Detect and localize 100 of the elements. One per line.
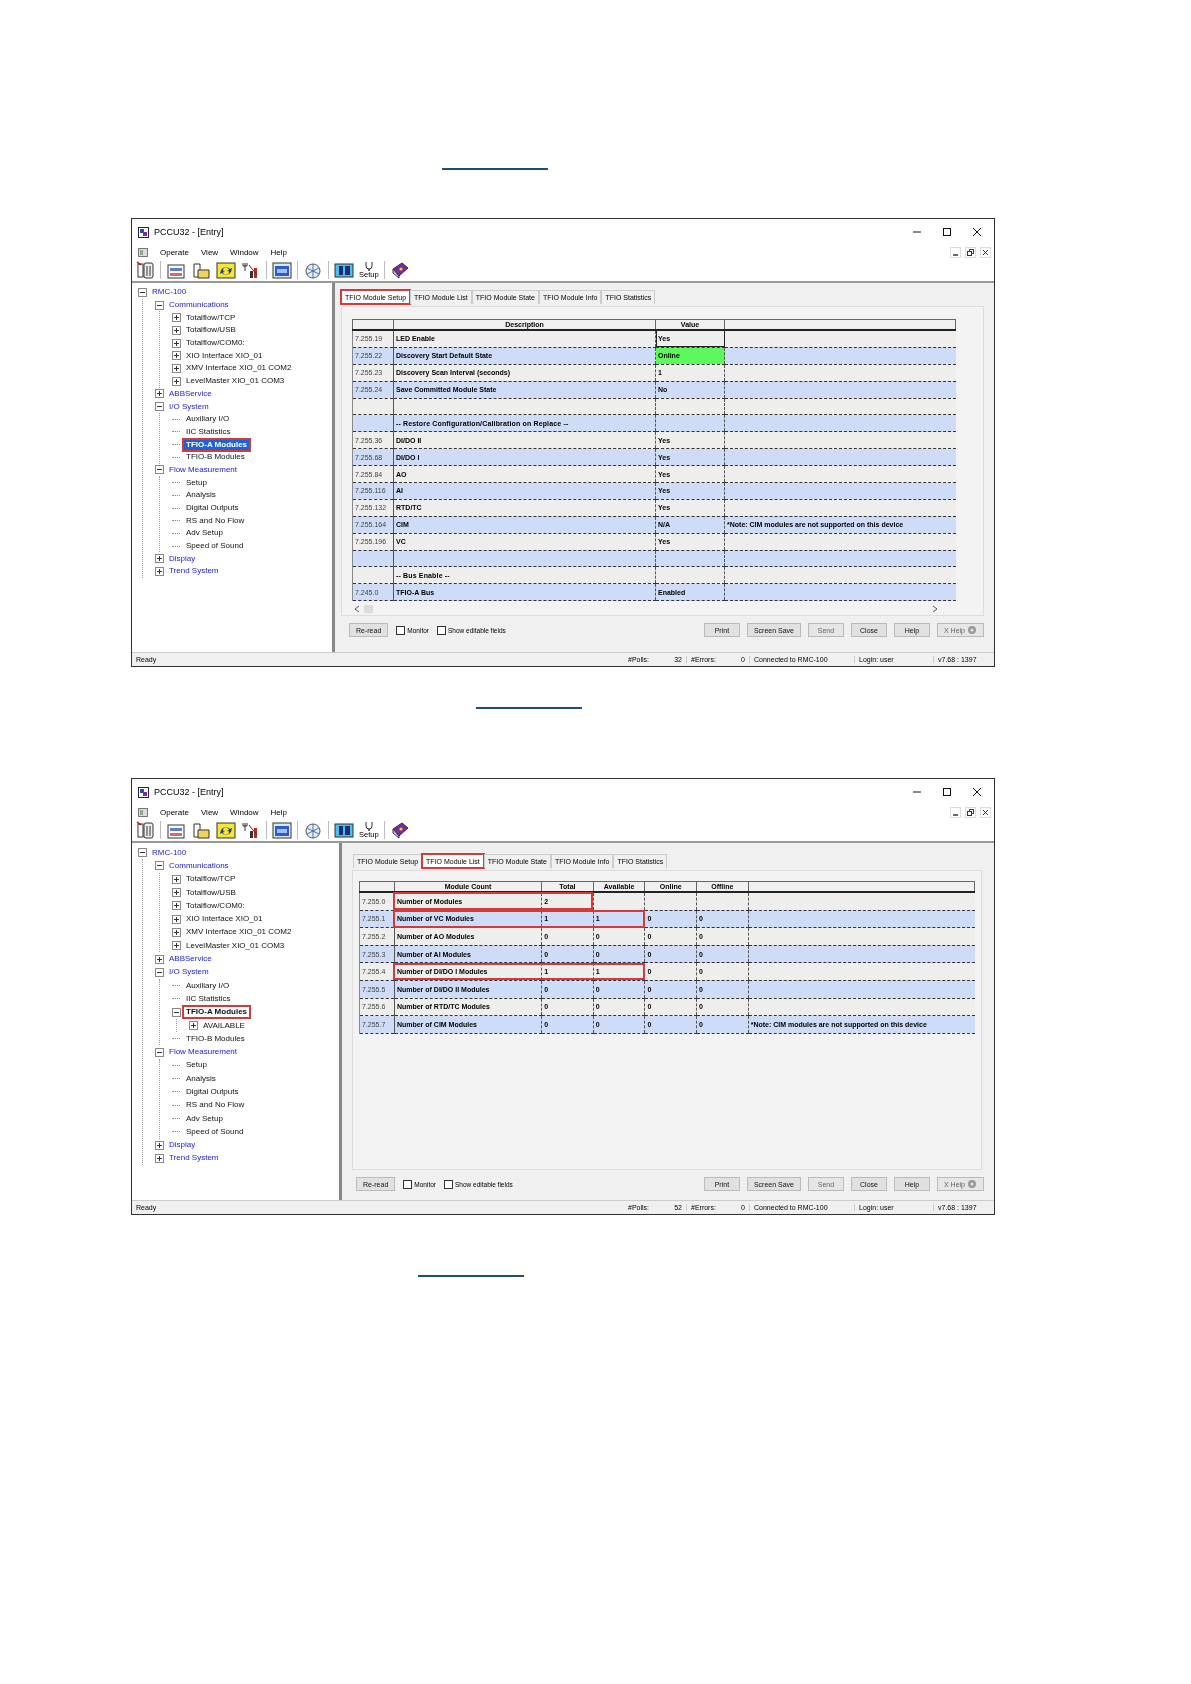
tree-item[interactable]: Adv Setup [184, 1113, 225, 1124]
expand-icon[interactable] [172, 941, 181, 951]
collapse-icon[interactable] [138, 848, 147, 858]
menu-item[interactable]: Help [270, 247, 287, 257]
expand-icon[interactable] [172, 338, 181, 348]
collapse-icon[interactable] [155, 861, 164, 871]
tree-item[interactable]: Communications [167, 860, 231, 871]
expand-icon[interactable] [172, 927, 181, 937]
tree-item[interactable]: ABBService [167, 388, 214, 399]
tree-item[interactable]: TFIO-B Modules [184, 1033, 247, 1044]
scroll-left-icon[interactable] [354, 605, 360, 614]
tree-item[interactable]: IIC Statistics [184, 993, 233, 1004]
collapse-icon[interactable] [172, 1007, 181, 1017]
maximize-icon[interactable] [942, 227, 952, 237]
expand-icon[interactable] [155, 1153, 164, 1163]
horizontal-scrollbar[interactable] [352, 604, 940, 615]
expand-icon[interactable] [189, 1021, 198, 1030]
expand-icon[interactable] [172, 901, 181, 911]
tree-item[interactable]: Auxiliary I/O [184, 414, 232, 425]
tree-item[interactable]: RS and No Flow [184, 1100, 247, 1111]
tree-item[interactable]: XIO Interface XIO_01 [184, 350, 265, 361]
restore-icon[interactable] [965, 246, 976, 258]
menu-item[interactable]: Operate [160, 247, 189, 257]
expand-icon[interactable] [172, 888, 181, 898]
tree-item[interactable]: TFIO-B Modules [184, 452, 247, 463]
expand-icon[interactable] [172, 376, 181, 386]
tree-item[interactable]: XMV Interface XIO_01 COM2 [184, 363, 294, 374]
tree-item[interactable]: Display [167, 553, 198, 564]
tree-item[interactable]: Adv Setup [184, 528, 225, 539]
tree-item[interactable]: Setup [184, 477, 209, 488]
menu-item[interactable]: Help [270, 807, 287, 817]
menu-item[interactable]: View [200, 247, 219, 257]
tree-item[interactable]: Digital Outputs [184, 1087, 241, 1097]
tree-item[interactable]: Digital Outputs [184, 503, 241, 514]
tree-item[interactable]: Auxiliary I/O [184, 980, 232, 991]
collapse-icon[interactable] [155, 465, 164, 475]
tree-item[interactable]: TFIO-A Modules [184, 439, 250, 450]
tree-item[interactable]: AVAILABLE [201, 1020, 247, 1031]
collapse-icon[interactable] [155, 402, 164, 412]
tree-item[interactable]: I/O System [167, 401, 211, 412]
tree-item[interactable]: ABBService [167, 954, 214, 964]
tree-item[interactable]: RMC-100 [150, 847, 189, 858]
menu-item[interactable]: View [200, 807, 219, 817]
tree-item[interactable]: Trend System [167, 1153, 221, 1164]
expand-icon[interactable] [155, 954, 164, 964]
menu-item[interactable]: Window [230, 247, 259, 257]
folder-icon[interactable] [191, 820, 211, 840]
device-icon[interactable] [135, 820, 155, 840]
tree-item[interactable]: XIO Interface XIO_01 [184, 914, 265, 925]
tree-item[interactable]: Flow Measurement [167, 464, 240, 475]
expand-icon[interactable] [155, 389, 164, 399]
tree-item[interactable]: XMV Interface XIO_01 COM2 [184, 927, 294, 938]
tree-item[interactable]: LevelMaster XIO_01 COM3 [184, 940, 287, 951]
tree-item[interactable]: Totalflow/COM0: [184, 338, 247, 349]
tree-item[interactable]: RMC-100 [150, 287, 189, 298]
collapse-icon[interactable] [155, 967, 164, 977]
expand-icon[interactable] [172, 914, 181, 924]
tree-item[interactable]: Display [167, 1140, 198, 1151]
device-icon[interactable] [135, 260, 155, 280]
tree-item[interactable]: TFIO-A Modules [184, 1007, 250, 1018]
collapse-icon[interactable] [155, 300, 164, 310]
tree-item[interactable]: Totalflow/USB [184, 325, 238, 336]
tree-item[interactable]: LevelMaster XIO_01 COM3 [184, 376, 287, 387]
expand-icon[interactable] [155, 554, 164, 564]
scroll-right-icon[interactable] [932, 605, 938, 614]
tree-item[interactable]: Flow Measurement [167, 1047, 240, 1058]
menu-item[interactable]: Window [230, 807, 259, 817]
help-book-icon[interactable] [389, 260, 410, 280]
tree-item[interactable]: Totalflow/COM0: [184, 900, 247, 911]
tree-item[interactable]: Speed of Sound [184, 1126, 246, 1137]
tree-item[interactable]: RS and No Flow [184, 515, 247, 526]
expand-icon[interactable] [172, 313, 181, 323]
tree-item[interactable]: Analysis [184, 490, 218, 501]
tree-item[interactable]: Trend System [167, 566, 221, 577]
tree-item[interactable]: I/O System [167, 967, 211, 978]
network-icon[interactable] [303, 820, 323, 840]
maximize-icon[interactable] [942, 787, 952, 797]
expand-icon[interactable] [172, 363, 181, 373]
help-book-icon[interactable] [389, 820, 410, 840]
tree-item[interactable]: Speed of Sound [184, 541, 246, 552]
menu-item[interactable]: Operate [160, 807, 189, 817]
monitor-icon[interactable] [272, 260, 292, 280]
minimize-icon[interactable] [950, 806, 961, 818]
tree-item[interactable]: Communications [167, 300, 231, 311]
expand-icon[interactable] [172, 325, 181, 335]
tree-item[interactable]: Totalflow/USB [184, 887, 238, 898]
monitor-icon[interactable] [272, 820, 292, 840]
expand-icon[interactable] [172, 351, 181, 361]
refresh-icon[interactable] [216, 260, 236, 280]
tree-item[interactable]: Totalflow/TCP [184, 874, 238, 885]
collapse-icon[interactable] [138, 287, 147, 297]
folder-icon[interactable] [191, 260, 211, 280]
close-icon[interactable] [972, 787, 982, 797]
tree-item[interactable]: Totalflow/TCP [184, 312, 238, 323]
expand-icon[interactable] [155, 1140, 164, 1150]
network-icon[interactable] [303, 260, 323, 280]
minimize-icon[interactable] [950, 246, 961, 258]
refresh-icon[interactable] [216, 820, 236, 840]
tree-item[interactable]: IIC Statistics [184, 426, 233, 437]
tree-item[interactable]: Setup [184, 1060, 209, 1071]
